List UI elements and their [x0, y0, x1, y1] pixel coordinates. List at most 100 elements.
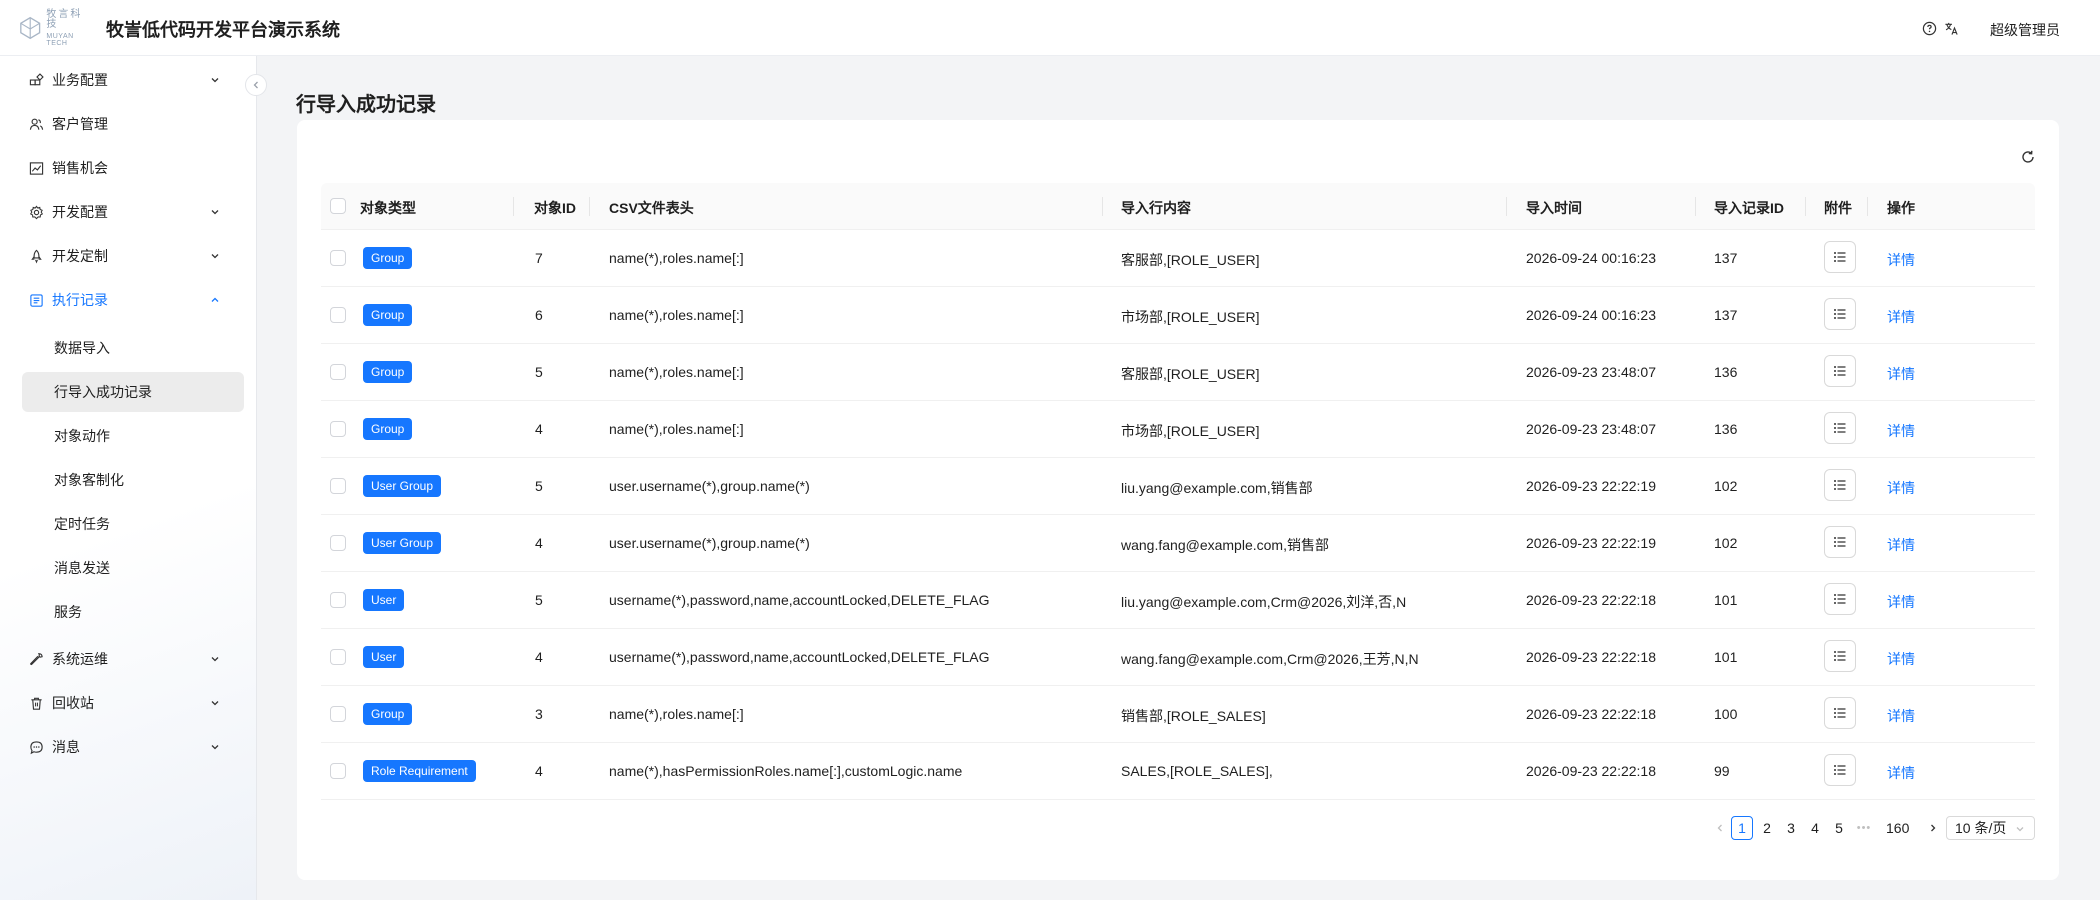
translate-icon[interactable] — [1942, 19, 1960, 37]
table-row[interactable]: Group 5 name(*),roles.name[:] 客服部,[ROLE_… — [321, 344, 2035, 401]
sidebar-subitem-data-import[interactable]: 数据导入 — [22, 328, 244, 368]
column-header-object-id[interactable]: 对象ID — [534, 198, 576, 218]
page-last[interactable]: 160 — [1886, 816, 1909, 840]
attachment-button[interactable] — [1824, 583, 1856, 615]
sidebar-subitem-services[interactable]: 服务 — [22, 592, 244, 632]
column-header-actions[interactable]: 操作 — [1887, 198, 1915, 218]
user-menu[interactable]: 超级管理员 — [1990, 20, 2060, 40]
row-checkbox[interactable] — [330, 364, 346, 380]
column-header-attachment[interactable]: 附件 — [1824, 198, 1852, 218]
detail-link[interactable]: 详情 — [1887, 706, 1915, 726]
page-2[interactable]: 2 — [1756, 816, 1778, 840]
sidebar-item-exec-records[interactable]: 执行记录 — [22, 280, 237, 320]
page-ellipsis[interactable]: ••• — [1853, 816, 1875, 840]
sidebar-subitem-row-import-success[interactable]: 行导入成功记录 — [22, 372, 244, 412]
row-checkbox[interactable] — [330, 307, 346, 323]
attachment-button[interactable] — [1824, 754, 1856, 786]
csv-header-cell: name(*),roles.name[:] — [609, 364, 744, 380]
page-4[interactable]: 4 — [1804, 816, 1826, 840]
next-page-button[interactable] — [1922, 816, 1944, 840]
column-header-object-type[interactable]: 对象类型 — [360, 198, 416, 218]
prev-page-button[interactable] — [1709, 816, 1731, 840]
sidebar-item-customers[interactable]: 客户管理 — [22, 104, 237, 144]
refresh-icon[interactable] — [2018, 147, 2038, 167]
sidebar-item-label: 客户管理 — [52, 116, 108, 132]
attachment-button[interactable] — [1824, 640, 1856, 672]
help-icon[interactable] — [1920, 19, 1938, 37]
records-icon — [28, 292, 44, 308]
attachment-button[interactable] — [1824, 697, 1856, 729]
page-3[interactable]: 3 — [1780, 816, 1802, 840]
table-row[interactable]: Group 4 name(*),roles.name[:] 市场部,[ROLE_… — [321, 401, 2035, 458]
sidebar-item-label: 回收站 — [52, 695, 94, 711]
page-size-select[interactable]: 10 条/页 — [1946, 816, 2035, 840]
list-icon — [1834, 423, 1846, 433]
attachment-button[interactable] — [1824, 241, 1856, 273]
sidebar-subitem-object-actions[interactable]: 对象动作 — [22, 416, 244, 456]
detail-link[interactable]: 详情 — [1887, 250, 1915, 270]
sidebar-item-recycle-bin[interactable]: 回收站 — [22, 683, 237, 723]
attachment-button[interactable] — [1824, 469, 1856, 501]
table-row[interactable]: Group 6 name(*),roles.name[:] 市场部,[ROLE_… — [321, 287, 2035, 344]
trash-icon — [28, 695, 44, 711]
attachment-button[interactable] — [1824, 412, 1856, 444]
page-title: 行导入成功记录 — [296, 94, 436, 116]
page-5[interactable]: 5 — [1828, 816, 1850, 840]
detail-link[interactable]: 详情 — [1887, 478, 1915, 498]
row-checkbox[interactable] — [330, 706, 346, 722]
sidebar-item-messages[interactable]: 消息 — [22, 727, 237, 767]
sidebar-item-sales-opportunity[interactable]: 销售机会 — [22, 148, 237, 188]
sidebar-item-business-config[interactable]: 业务配置 — [22, 60, 237, 100]
chart-icon — [28, 160, 44, 176]
sidebar-item-dev-config[interactable]: 开发配置 — [22, 192, 237, 232]
column-header-csv-header[interactable]: CSV文件表头 — [609, 198, 694, 218]
logo[interactable]: 牧言科技 MUYAN TECH — [18, 9, 94, 47]
sidebar-item-label: 销售机会 — [52, 160, 108, 176]
row-content-cell: 市场部,[ROLE_USER] — [1121, 309, 1260, 325]
detail-link[interactable]: 详情 — [1887, 649, 1915, 669]
sidebar-subitem-scheduled-tasks[interactable]: 定时任务 — [22, 504, 244, 544]
sidebar-item-label: 执行记录 — [52, 292, 108, 308]
attachment-button[interactable] — [1824, 355, 1856, 387]
select-all-checkbox[interactable] — [330, 198, 346, 214]
row-checkbox[interactable] — [330, 592, 346, 608]
row-checkbox[interactable] — [330, 421, 346, 437]
column-header-row-content[interactable]: 导入行内容 — [1121, 198, 1191, 218]
detail-link[interactable]: 详情 — [1887, 421, 1915, 441]
collapse-sidebar-button[interactable] — [245, 74, 267, 96]
row-checkbox[interactable] — [330, 250, 346, 266]
list-icon — [1834, 252, 1846, 262]
detail-link[interactable]: 详情 — [1887, 307, 1915, 327]
table-row[interactable]: User 5 username(*),password,name,account… — [321, 572, 2035, 629]
record-id-cell: 137 — [1714, 307, 1738, 323]
row-checkbox[interactable] — [330, 478, 346, 494]
page-1[interactable]: 1 — [1731, 816, 1753, 840]
column-header-import-time[interactable]: 导入时间 — [1526, 198, 1582, 218]
row-checkbox[interactable] — [330, 535, 346, 551]
table-row[interactable]: Group 7 name(*),roles.name[:] 客服部,[ROLE_… — [321, 230, 2035, 287]
chevron-right-icon — [1931, 824, 1936, 832]
chevron-left-icon — [253, 81, 258, 89]
sidebar-item-dev-customize[interactable]: 开发定制 — [22, 236, 237, 276]
attachment-button[interactable] — [1824, 298, 1856, 330]
table-row[interactable]: Group 3 name(*),roles.name[:] 销售部,[ROLE_… — [321, 686, 2035, 743]
import-time-cell: 2026-09-23 22:22:18 — [1526, 649, 1656, 665]
column-divider — [1695, 197, 1696, 216]
sidebar-subitem-object-customization[interactable]: 对象客制化 — [22, 460, 244, 500]
detail-link[interactable]: 详情 — [1887, 535, 1915, 555]
detail-link[interactable]: 详情 — [1887, 364, 1915, 384]
table-row[interactable]: User Group 5 user.username(*),group.name… — [321, 458, 2035, 515]
table-row[interactable]: Role Requirement 4 name(*),hasPermission… — [321, 743, 2035, 800]
record-id-cell: 102 — [1714, 478, 1738, 494]
attachment-button[interactable] — [1824, 526, 1856, 558]
table-row[interactable]: User Group 4 user.username(*),group.name… — [321, 515, 2035, 572]
column-header-record-id[interactable]: 导入记录ID — [1714, 198, 1784, 218]
detail-link[interactable]: 详情 — [1887, 763, 1915, 783]
detail-link[interactable]: 详情 — [1887, 592, 1915, 612]
row-checkbox[interactable] — [330, 649, 346, 665]
sidebar-subitem-message-send[interactable]: 消息发送 — [22, 548, 244, 588]
table-row[interactable]: User 4 username(*),password,name,account… — [321, 629, 2035, 686]
sidebar-item-sys-ops[interactable]: 系统运维 — [22, 639, 237, 679]
sidebar-item-label: 消息 — [52, 739, 80, 755]
row-checkbox[interactable] — [330, 763, 346, 779]
